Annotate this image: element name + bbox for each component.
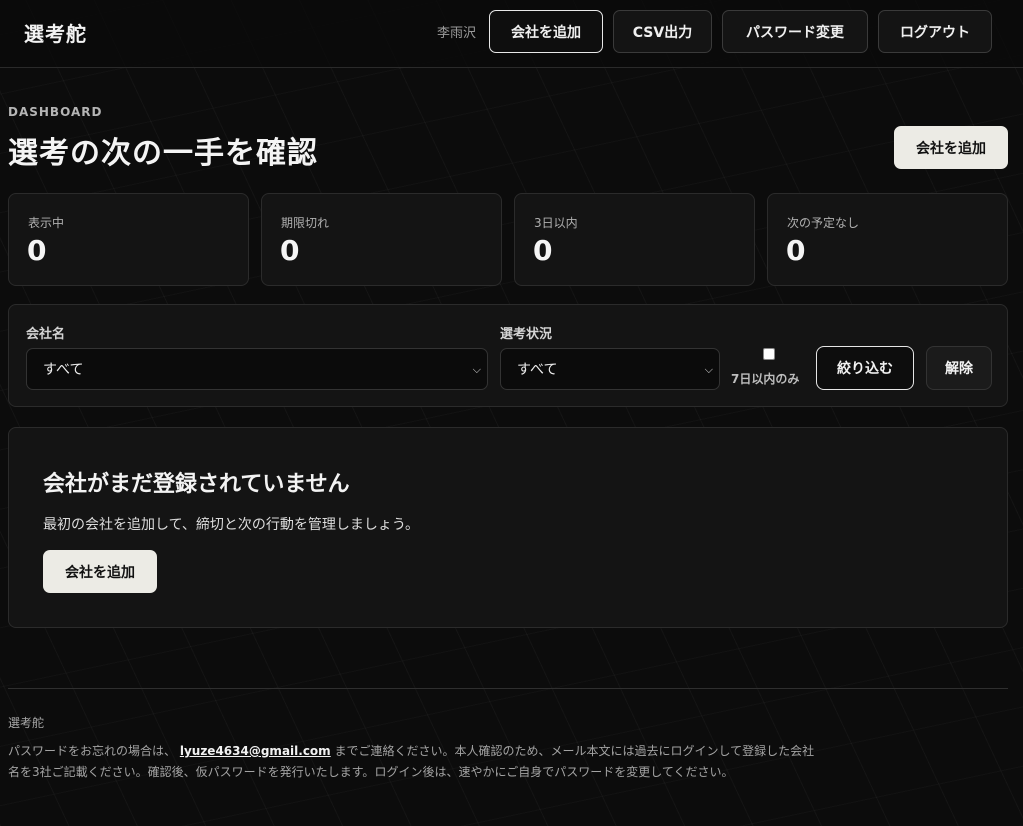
status-select-value: すべて	[517, 362, 558, 378]
csv-export-button[interactable]: CSV出力	[613, 10, 712, 53]
stat-value: 0	[27, 234, 47, 267]
footer-brand: 選考舵	[8, 716, 45, 730]
within-7-days-checkbox[interactable]	[763, 348, 775, 360]
company-filter-label: 会社名	[26, 327, 66, 342]
footer-text-before: パスワードをお忘れの場合は、	[8, 744, 177, 758]
filter-panel: 会社名 すべて ⌵ 選考状況 すべて ⌵ 7日以内のみ 絞り込む 解除	[8, 304, 1008, 407]
footer-password-notice: パスワードをお忘れの場合は、 lyuze4634@gmail.com までご連絡…	[8, 741, 820, 783]
empty-add-company-button[interactable]: 会社を追加	[43, 550, 157, 593]
empty-state: 会社がまだ登録されていません 最初の会社を追加して、締切と次の行動を管理しましょ…	[8, 427, 1008, 628]
page-eyebrow: DASHBOARD	[8, 105, 103, 119]
stat-value: 0	[786, 234, 806, 267]
chevron-down-icon: ⌵	[704, 363, 713, 376]
chevron-down-icon: ⌵	[472, 363, 481, 376]
stat-card-showing: 表示中 0	[8, 193, 249, 286]
stat-value: 0	[533, 234, 553, 267]
app-header: 選考舵 李雨沢 会社を追加 CSV出力 パスワード変更 ログアウト	[0, 0, 1023, 68]
page-title: 選考の次の一手を確認	[8, 136, 318, 171]
brand-logo[interactable]: 選考舵	[24, 18, 87, 47]
stat-value: 0	[280, 234, 300, 267]
stat-label: 期限切れ	[281, 216, 330, 230]
stat-card-within-3-days: 3日以内 0	[514, 193, 755, 286]
status-select[interactable]: すべて ⌵	[500, 348, 720, 390]
clear-filter-button[interactable]: 解除	[926, 346, 992, 390]
change-password-button[interactable]: パスワード変更	[722, 10, 868, 53]
stat-label: 3日以内	[534, 216, 578, 230]
empty-state-description: 最初の会社を追加して、締切と次の行動を管理しましょう。	[43, 517, 420, 533]
apply-filter-button[interactable]: 絞り込む	[816, 346, 914, 390]
logout-button[interactable]: ログアウト	[878, 10, 992, 53]
current-user: 李雨沢	[437, 26, 477, 41]
stat-label: 次の予定なし	[787, 216, 860, 230]
status-filter-label: 選考状況	[500, 327, 553, 342]
contact-email-link[interactable]: lyuze4634@gmail.com	[180, 744, 331, 758]
company-select-value: すべて	[43, 362, 84, 378]
header-add-company-button[interactable]: 会社を追加	[489, 10, 603, 53]
empty-state-title: 会社がまだ登録されていません	[43, 472, 350, 497]
footer-divider	[8, 688, 1008, 689]
add-company-button[interactable]: 会社を追加	[894, 126, 1008, 169]
stat-card-overdue: 期限切れ 0	[261, 193, 502, 286]
company-select[interactable]: すべて ⌵	[26, 348, 488, 390]
stat-label: 表示中	[28, 216, 65, 230]
stat-card-no-next-plan: 次の予定なし 0	[767, 193, 1008, 286]
within-7-days-label: 7日以内のみ	[731, 372, 800, 386]
